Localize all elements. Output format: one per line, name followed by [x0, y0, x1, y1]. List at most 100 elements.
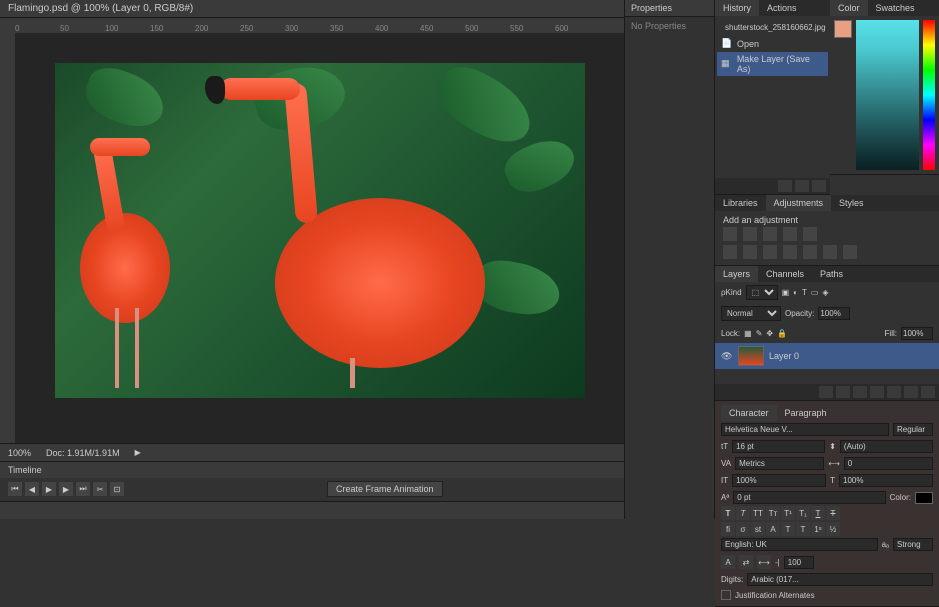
paragraph-tab[interactable]: Paragraph	[777, 405, 835, 421]
superscript-button[interactable]: T¹	[781, 506, 795, 520]
history-item-make-layer[interactable]: ▦ Make Layer (Save As)	[717, 52, 828, 76]
underline-button[interactable]: T	[811, 506, 825, 520]
diacritic-pos[interactable]: 100	[784, 556, 814, 569]
channelmixer-icon[interactable]	[803, 245, 817, 259]
channels-tab[interactable]: Channels	[758, 266, 812, 282]
adjustments-tab[interactable]: Adjustments	[766, 195, 832, 211]
digits-select[interactable]: Arabic (017...	[747, 573, 933, 586]
smallcaps-button[interactable]: Tᴛ	[766, 506, 780, 520]
vscale[interactable]: 100%	[732, 474, 826, 487]
lock-pos-icon[interactable]: ✥	[766, 329, 773, 338]
ordinals-button[interactable]: 1ˢ	[811, 522, 825, 536]
blend-mode[interactable]: Normal	[721, 306, 781, 321]
timeline-first-icon[interactable]: ⏮	[8, 482, 22, 496]
layer-thumbnail[interactable]	[738, 346, 764, 366]
visibility-icon[interactable]: 👁	[721, 351, 733, 361]
layer-filter[interactable]: ⬚	[746, 285, 778, 300]
camera-icon[interactable]	[778, 180, 792, 192]
mask-icon[interactable]	[853, 386, 867, 398]
styles-tab[interactable]: Styles	[831, 195, 872, 211]
adjust-layer-icon[interactable]	[870, 386, 884, 398]
layer-name[interactable]: Layer 0	[769, 351, 799, 361]
titling-button[interactable]: T	[796, 522, 810, 536]
filter-smart-icon[interactable]: ◈	[822, 288, 828, 297]
lock-trans-icon[interactable]: ▦	[744, 329, 752, 338]
rtl-icon[interactable]: ⇄	[739, 555, 753, 569]
character-tab[interactable]: Character	[721, 405, 777, 421]
filter-adj-icon[interactable]: ◐	[793, 288, 798, 297]
foreground-color[interactable]	[834, 20, 852, 38]
timeline-play-icon[interactable]: ▶	[42, 482, 56, 496]
invert-icon[interactable]	[843, 245, 857, 259]
tracking[interactable]: 0	[844, 457, 933, 470]
properties-tab[interactable]: Properties	[625, 0, 714, 17]
hue-slider[interactable]	[923, 20, 935, 170]
ligature-button[interactable]: fi	[721, 522, 735, 536]
canvas[interactable]	[15, 33, 624, 443]
standard-icon[interactable]: A	[721, 555, 735, 569]
timeline-cut-icon[interactable]: ✂	[93, 482, 107, 496]
subscript-button[interactable]: T₁	[796, 506, 810, 520]
lock-paint-icon[interactable]: ✎	[756, 329, 763, 338]
filter-pixel-icon[interactable]: ▣	[782, 288, 790, 297]
strikethrough-button[interactable]: T	[826, 506, 840, 520]
allcaps-button[interactable]: TT	[751, 506, 765, 520]
vibrance-icon[interactable]	[803, 227, 817, 241]
new-snapshot-icon[interactable]	[795, 180, 809, 192]
fill-input[interactable]	[901, 327, 933, 340]
colorbalance-icon[interactable]	[743, 245, 757, 259]
delete-layer-icon[interactable]	[921, 386, 935, 398]
text-color[interactable]	[915, 492, 933, 504]
fractions-button[interactable]: ½	[826, 522, 840, 536]
italic-button[interactable]: T	[736, 506, 750, 520]
timeline-tab[interactable]: Timeline	[0, 462, 624, 478]
layer-row[interactable]: 👁 Layer 0	[715, 343, 939, 369]
timeline-prev-icon[interactable]: ◀	[25, 482, 39, 496]
filter-shape-icon[interactable]: ▭	[811, 288, 819, 297]
kashida-icon[interactable]: ⟷	[757, 555, 771, 569]
link-icon[interactable]	[819, 386, 833, 398]
colorlookup-icon[interactable]	[823, 245, 837, 259]
libraries-tab[interactable]: Libraries	[715, 195, 766, 211]
color-tab[interactable]: Color	[830, 0, 868, 16]
zoom-level[interactable]: 100%	[8, 448, 31, 458]
levels-icon[interactable]	[743, 227, 757, 241]
layers-tab[interactable]: Layers	[715, 266, 758, 282]
font-size[interactable]: 16 pt	[732, 440, 825, 453]
timeline-last-icon[interactable]: ⏭	[76, 482, 90, 496]
hscale[interactable]: 100%	[839, 474, 933, 487]
fx-icon[interactable]	[836, 386, 850, 398]
history-item-open[interactable]: 📄 Open	[717, 36, 828, 52]
new-layer-icon[interactable]	[904, 386, 918, 398]
timeline-transition-icon[interactable]: ⊡	[110, 482, 124, 496]
curves-icon[interactable]	[763, 227, 777, 241]
stylistic-button[interactable]: T	[781, 522, 795, 536]
paths-tab[interactable]: Paths	[812, 266, 851, 282]
create-frame-animation-button[interactable]: Create Frame Animation	[327, 481, 443, 497]
brightness-icon[interactable]	[723, 227, 737, 241]
hue-icon[interactable]	[723, 245, 737, 259]
photofilter-icon[interactable]	[783, 245, 797, 259]
group-icon[interactable]	[887, 386, 901, 398]
justification-checkbox[interactable]	[721, 590, 731, 600]
bold-button[interactable]: T	[721, 506, 735, 520]
discretionary-button[interactable]: st	[751, 522, 765, 536]
lock-all-icon[interactable]: 🔒	[777, 329, 787, 338]
history-tab[interactable]: History	[715, 0, 759, 16]
color-picker[interactable]	[856, 20, 919, 170]
baseline-shift[interactable]: 0 pt	[733, 491, 885, 504]
language[interactable]: English: UK	[721, 538, 878, 551]
bw-icon[interactable]	[763, 245, 777, 259]
kerning[interactable]: Metrics	[735, 457, 824, 470]
antialias[interactable]: Strong	[893, 538, 933, 551]
trash-icon[interactable]	[812, 180, 826, 192]
filter-type-icon[interactable]: T	[802, 288, 807, 297]
exposure-icon[interactable]	[783, 227, 797, 241]
font-family[interactable]: Helvetica Neue V...	[721, 423, 889, 436]
swatches-tab[interactable]: Swatches	[868, 0, 923, 16]
contextual-button[interactable]: σ	[736, 522, 750, 536]
history-snapshot[interactable]: shutterstock_258160662.jpg	[717, 18, 828, 36]
document-tab[interactable]: Flamingo.psd @ 100% (Layer 0, RGB/8#)	[0, 0, 624, 18]
actions-tab[interactable]: Actions	[759, 0, 805, 16]
leading[interactable]: (Auto)	[840, 440, 933, 453]
